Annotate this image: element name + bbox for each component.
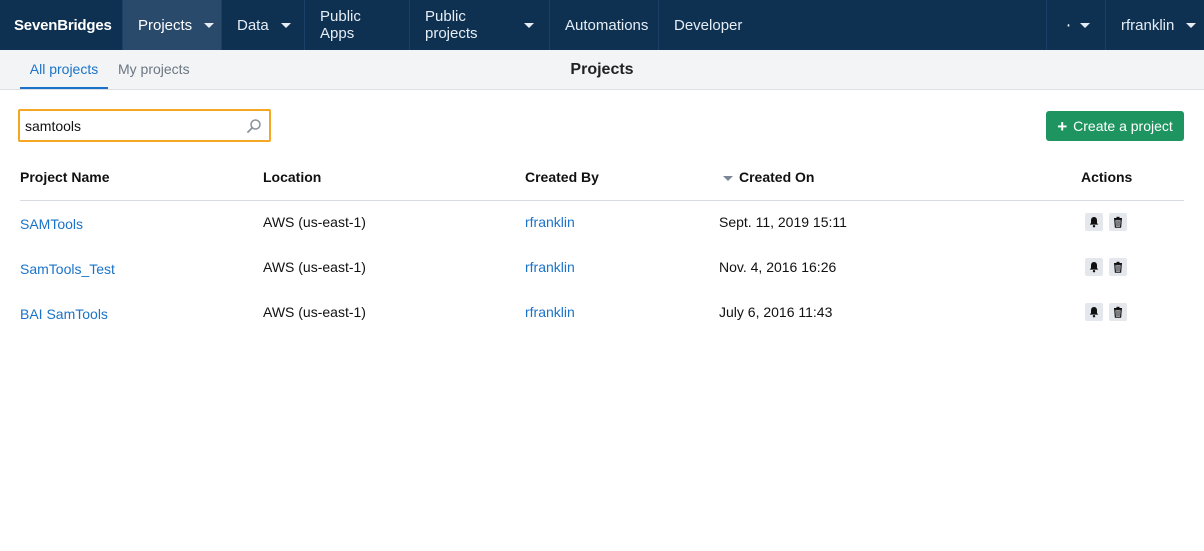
chevron-down-icon xyxy=(280,22,291,28)
nav-developer[interactable]: Developer xyxy=(658,0,753,50)
created-by-link[interactable]: rfranklin xyxy=(525,304,575,320)
project-name-link[interactable]: SAMTools xyxy=(20,216,83,232)
trash-icon xyxy=(1114,306,1122,318)
project-location: AWS (us-east-1) xyxy=(263,214,366,230)
trash-icon xyxy=(1114,261,1122,273)
nav-public-projects-label: Public projects xyxy=(425,8,478,42)
delete-button[interactable] xyxy=(1109,258,1127,276)
chevron-down-icon xyxy=(1186,22,1197,28)
tab-my-projects[interactable]: My projects xyxy=(118,50,198,89)
chevron-down-icon xyxy=(1080,22,1090,28)
nav-automations-label: Automations xyxy=(565,16,649,34)
create-project-label: Create a project xyxy=(1073,118,1173,134)
nav-developer-label: Developer xyxy=(674,16,743,34)
nav-public-apps-label: Public Apps xyxy=(320,8,361,42)
delete-button[interactable] xyxy=(1109,303,1127,321)
tab-all-projects-label: All projects xyxy=(29,61,99,77)
nav-data-label: Data xyxy=(237,16,269,34)
nav-right: rfranklin xyxy=(1046,0,1204,50)
notifications-menu[interactable] xyxy=(1046,0,1105,50)
tab-all-projects[interactable]: All projects xyxy=(20,50,108,89)
nav-public-apps[interactable]: Public Apps xyxy=(304,0,409,50)
search-icon[interactable] xyxy=(246,118,262,134)
create-project-button[interactable]: + Create a project xyxy=(1046,111,1184,141)
project-name-link[interactable]: SamTools_Test xyxy=(20,261,115,277)
created-by-link[interactable]: rfranklin xyxy=(525,259,575,275)
header-project-name[interactable]: Project Name xyxy=(20,169,109,185)
nav-projects[interactable]: Projects xyxy=(122,0,221,50)
header-created-on-label: Created On xyxy=(739,169,815,185)
nav-public-projects[interactable]: Public projects xyxy=(409,0,549,50)
sub-navbar: All projects My projects Projects xyxy=(0,50,1204,90)
tab-my-projects-label: My projects xyxy=(118,61,190,77)
header-actions: Actions xyxy=(1081,169,1133,185)
user-name: rfranklin xyxy=(1121,16,1175,34)
created-by-link[interactable]: rfranklin xyxy=(525,214,575,230)
bell-icon xyxy=(1089,262,1099,273)
search-box xyxy=(18,109,271,142)
top-navbar: SevenBridges Projects Data Public Apps P… xyxy=(0,0,1204,50)
nav-data[interactable]: Data xyxy=(221,0,304,50)
header-created-by[interactable]: Created By xyxy=(525,169,599,185)
chevron-down-icon xyxy=(524,22,534,28)
user-menu[interactable]: rfranklin xyxy=(1105,0,1204,50)
header-location[interactable]: Location xyxy=(263,169,321,185)
bell-icon xyxy=(1089,307,1099,318)
nav-automations[interactable]: Automations xyxy=(549,0,658,50)
notify-button[interactable] xyxy=(1085,303,1103,321)
trash-icon xyxy=(1114,216,1122,228)
search-input[interactable] xyxy=(20,117,240,134)
table-header-divider xyxy=(20,200,1184,201)
delete-button[interactable] xyxy=(1109,213,1127,231)
bell-icon xyxy=(1067,23,1070,27)
project-name-link[interactable]: BAI SamTools xyxy=(20,306,108,322)
project-location: AWS (us-east-1) xyxy=(263,304,366,320)
notify-button[interactable] xyxy=(1085,258,1103,276)
project-location: AWS (us-east-1) xyxy=(263,259,366,275)
plus-icon: + xyxy=(1057,116,1068,136)
created-on: Nov. 4, 2016 16:26 xyxy=(719,259,837,275)
notify-button[interactable] xyxy=(1085,213,1103,231)
bell-icon xyxy=(1089,217,1099,228)
brand-logo[interactable]: SevenBridges xyxy=(0,0,122,50)
chevron-down-icon xyxy=(204,22,215,28)
created-on: July 6, 2016 11:43 xyxy=(719,304,833,320)
header-created-on[interactable]: Created On xyxy=(723,169,814,185)
nav-projects-label: Projects xyxy=(138,16,193,34)
created-on: Sept. 11, 2019 15:11 xyxy=(719,214,847,230)
sort-desc-icon xyxy=(723,175,733,181)
